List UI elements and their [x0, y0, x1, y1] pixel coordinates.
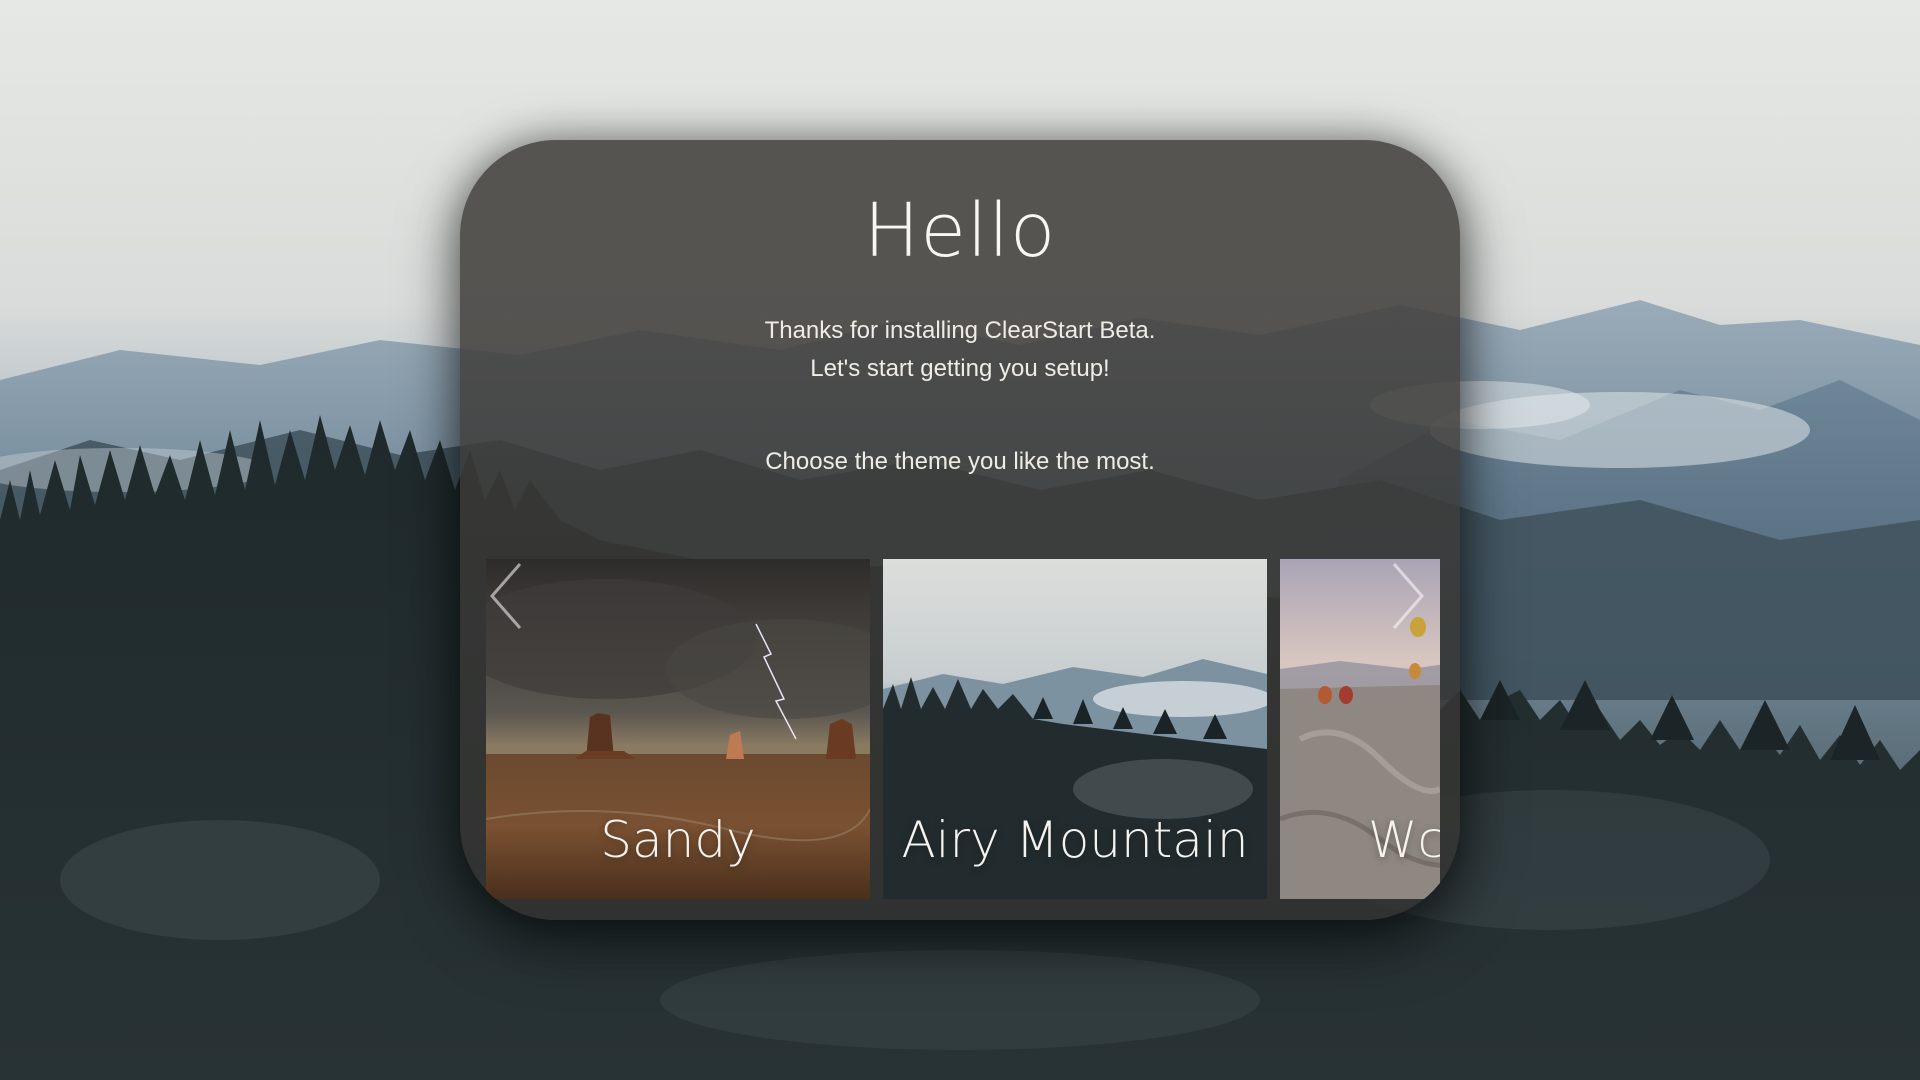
intro-line-1: Thanks for installing ClearStart Beta. — [764, 317, 1156, 344]
chevron-left-icon — [490, 563, 522, 629]
theme-label-balloons: Wc — [1368, 811, 1440, 869]
carousel-prev-button[interactable] — [486, 560, 526, 632]
theme-card-airy-mountain[interactable]: Airy Mountain — [883, 559, 1267, 899]
welcome-intro: Thanks for installing ClearStart Beta. L… — [460, 312, 1460, 388]
intro-line-2: Let's start getting you setup! — [810, 355, 1110, 382]
carousel-next-button[interactable] — [1388, 560, 1428, 632]
welcome-dialog: Hello Thanks for installing ClearStart B… — [460, 140, 1460, 920]
theme-prompt: Choose the theme you like the most. — [765, 448, 1155, 475]
welcome-title: Hello — [863, 188, 1057, 274]
theme-label-airy-mountain: Airy Mountain — [901, 811, 1249, 869]
theme-track: Sandy Airy Mountain Wc — [486, 559, 1440, 899]
theme-label-sandy: Sandy — [600, 811, 756, 869]
theme-card-sandy[interactable]: Sandy — [486, 559, 870, 899]
chevron-right-icon — [1392, 563, 1424, 629]
theme-carousel: Sandy Airy Mountain Wc — [486, 559, 1440, 899]
